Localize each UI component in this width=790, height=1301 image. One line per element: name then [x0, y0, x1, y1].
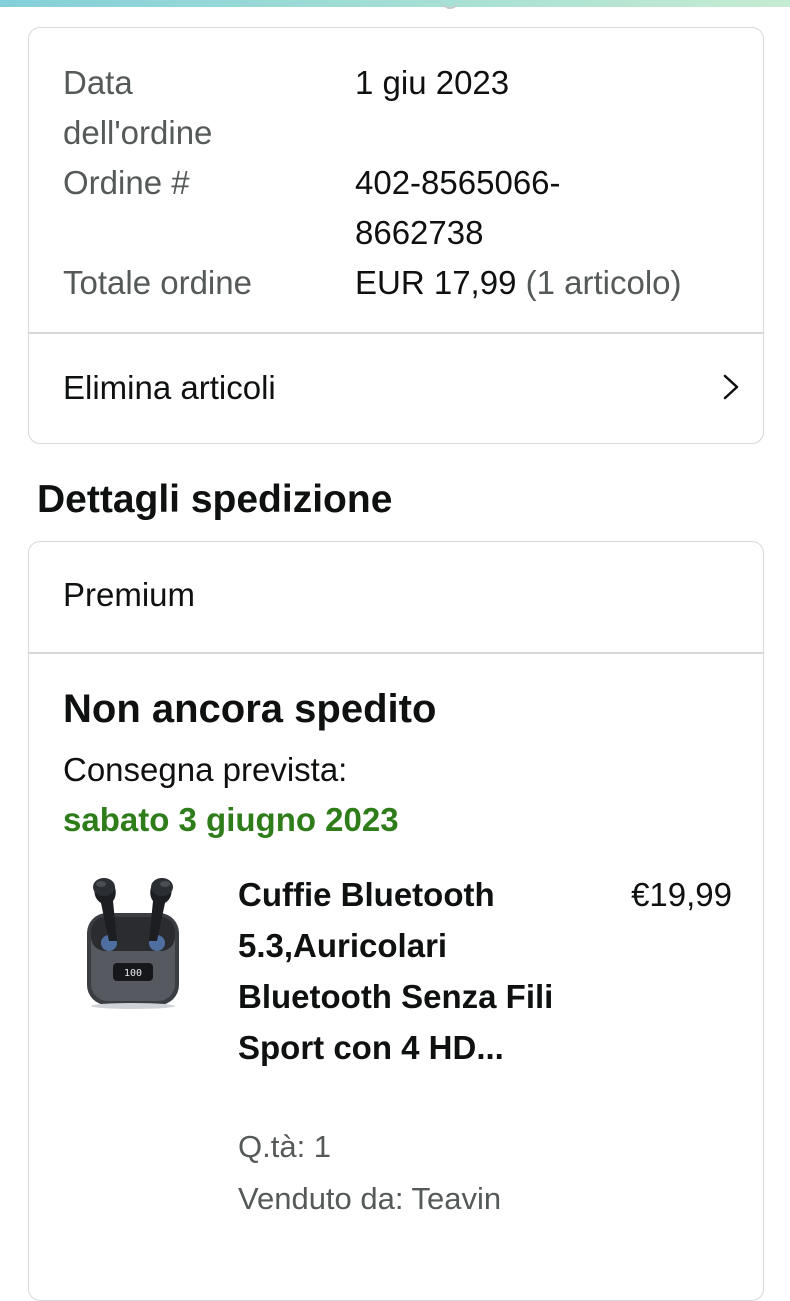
order-date-value: 1 giu 2023	[355, 64, 510, 101]
remove-items-row[interactable]: Elimina articoli	[29, 333, 763, 443]
order-summary-card: Data dell'ordine 1 giu 2023 Ordine # 402…	[28, 27, 764, 444]
order-number-value: 402-8565066- 8662738	[355, 164, 561, 251]
order-total-label: Totale ordine	[63, 264, 252, 301]
order-number-label: Ordine #	[63, 164, 190, 201]
earbuds-product-image[interactable]: 100	[79, 865, 187, 1011]
order-date-label: Data dell'ordine	[63, 64, 213, 151]
shipment-card: Premium Non ancora spedito Consegna prev…	[28, 541, 764, 1301]
order-total-items: (1 articolo)	[525, 264, 682, 301]
product-price: €19,99	[631, 876, 732, 913]
shipping-service-row: Premium	[29, 542, 763, 652]
top-accent-bar	[0, 0, 790, 7]
order-total-value: EUR 17,99 (1 articolo)	[355, 258, 682, 308]
product-seller: Venduto da: Teavin	[238, 1181, 502, 1216]
delivery-date: sabato 3 giugno 2023	[63, 801, 399, 838]
drag-handle	[441, 0, 459, 9]
remove-items-label: Elimina articoli	[63, 369, 276, 406]
case-display-text: 100	[124, 968, 142, 979]
divider	[29, 652, 763, 654]
order-total-amount: EUR 17,99	[355, 264, 517, 301]
product-quantity: Q.tà: 1	[238, 1129, 332, 1164]
shipment-status: Non ancora spedito	[63, 687, 437, 731]
chevron-right-icon	[723, 374, 739, 400]
shipping-service-label: Premium	[63, 576, 196, 613]
shipping-details-title: Dettagli spedizione	[37, 478, 393, 521]
order-info: Data dell'ordine 1 giu 2023 Ordine # 402…	[29, 28, 763, 333]
product-title-link[interactable]: Cuffie Bluetooth 5.3,Auricolari Bluetoot…	[238, 869, 568, 1073]
delivery-label: Consegna prevista:	[63, 751, 348, 788]
